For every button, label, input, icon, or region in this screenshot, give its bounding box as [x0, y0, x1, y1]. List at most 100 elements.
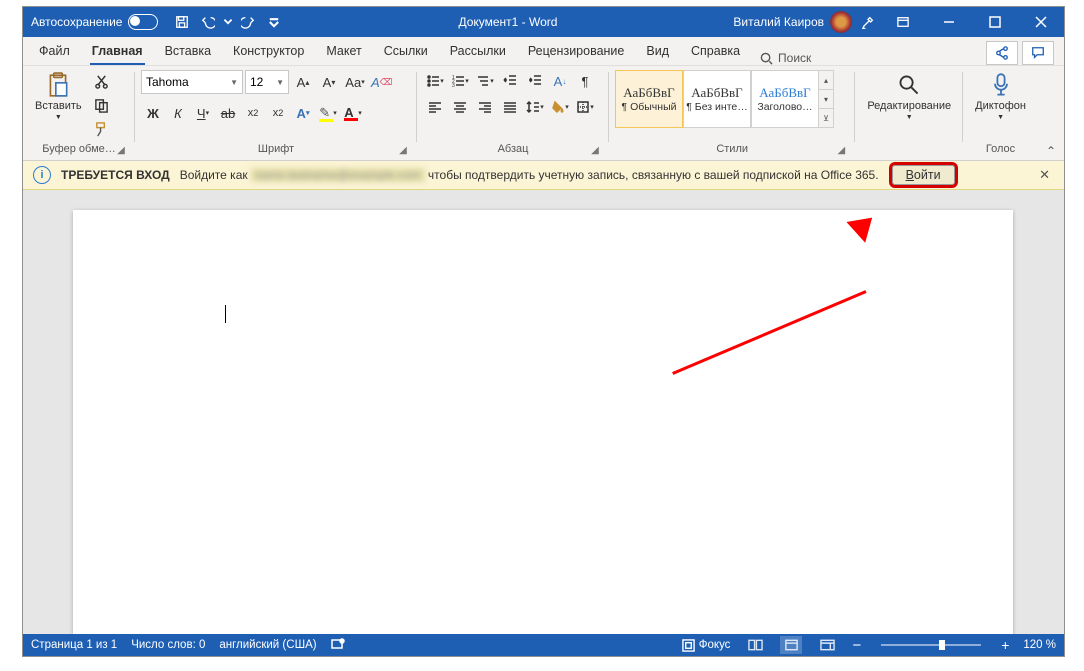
- close-infobar-button[interactable]: ✕: [1035, 167, 1054, 183]
- bullets-button[interactable]: ▾: [423, 70, 447, 92]
- italic-button[interactable]: К: [166, 102, 190, 124]
- align-left-button[interactable]: [423, 96, 447, 118]
- editing-button[interactable]: Редактирование ▼: [861, 70, 957, 123]
- show-marks-button[interactable]: ¶: [573, 70, 597, 92]
- superscript-button[interactable]: x2: [266, 102, 290, 124]
- zoom-slider[interactable]: [881, 644, 981, 646]
- tab-insert[interactable]: Вставка: [155, 39, 221, 65]
- change-case-button[interactable]: Aa▾: [343, 71, 367, 93]
- text-cursor: [225, 305, 226, 323]
- close-button[interactable]: [1018, 7, 1064, 37]
- read-mode-icon[interactable]: [744, 636, 766, 654]
- chevron-down-icon[interactable]: [222, 10, 234, 34]
- subscript-button[interactable]: x2: [241, 102, 265, 124]
- justify-button[interactable]: [498, 96, 522, 118]
- copy-button[interactable]: [91, 94, 113, 116]
- voice-label: Голос: [969, 142, 1032, 158]
- tab-help[interactable]: Справка: [681, 39, 750, 65]
- ribbon-tabs: Файл Главная Вставка Конструктор Макет С…: [23, 37, 1064, 66]
- cut-button[interactable]: [91, 70, 113, 92]
- ribbon-options-icon[interactable]: [880, 7, 926, 37]
- word-count[interactable]: Число слов: 0: [131, 639, 205, 651]
- dialog-launcher-icon[interactable]: ◢: [397, 144, 409, 156]
- zoom-in-button[interactable]: +: [1001, 637, 1009, 653]
- dictate-button[interactable]: Диктофон ▼: [969, 70, 1032, 123]
- microphone-icon: [991, 72, 1011, 98]
- save-icon[interactable]: [170, 10, 194, 34]
- language-status[interactable]: английский (США): [219, 639, 316, 651]
- search-label: Поиск: [778, 51, 811, 65]
- text-effects-button[interactable]: A▾: [291, 102, 315, 124]
- format-painter-button[interactable]: [91, 118, 113, 140]
- maximize-button[interactable]: [972, 7, 1018, 37]
- tab-mailings[interactable]: Рассылки: [440, 39, 516, 65]
- collapse-ribbon-icon[interactable]: ⌃: [1038, 144, 1064, 160]
- search-box[interactable]: Поиск: [752, 51, 819, 65]
- print-layout-icon[interactable]: [780, 636, 802, 654]
- grow-font-button[interactable]: A▴: [291, 71, 315, 93]
- paste-button[interactable]: Вставить ▼: [29, 70, 88, 123]
- tab-file[interactable]: Файл: [29, 39, 80, 65]
- qat-more-icon[interactable]: [262, 10, 286, 34]
- styles-scroll[interactable]: ▴▾⊻: [819, 70, 834, 128]
- font-family-combo[interactable]: Tahoma▼: [141, 70, 243, 94]
- account-area[interactable]: Виталий Каиров: [729, 11, 856, 33]
- font-color-button[interactable]: A▾: [341, 102, 365, 124]
- multilevel-button[interactable]: ▾: [473, 70, 497, 92]
- bold-button[interactable]: Ж: [141, 102, 165, 124]
- align-right-button[interactable]: [473, 96, 497, 118]
- share-button[interactable]: [986, 41, 1018, 65]
- dialog-launcher-icon[interactable]: ◢: [115, 144, 127, 156]
- style-heading1[interactable]: АаБбВвГЗаголово…: [751, 70, 819, 128]
- underline-button[interactable]: Ч▾: [191, 102, 215, 124]
- paragraph-label: Абзац: [498, 143, 529, 155]
- outdent-button[interactable]: [498, 70, 522, 92]
- redo-icon[interactable]: [236, 10, 260, 34]
- tab-review[interactable]: Рецензирование: [518, 39, 635, 65]
- group-font: Tahoma▼ 12▼ A▴ A▾ Aa▾ A⌫ Ж К Ч▾ ab x2 x2…: [135, 66, 417, 160]
- zoom-level[interactable]: 120 %: [1023, 639, 1056, 651]
- tab-design[interactable]: Конструктор: [223, 39, 314, 65]
- font-label: Шрифт: [258, 143, 294, 155]
- tab-home[interactable]: Главная: [82, 39, 153, 65]
- zoom-out-button[interactable]: −: [852, 637, 861, 654]
- style-normal[interactable]: АаБбВвГ¶ Обычный: [615, 70, 683, 128]
- signin-button[interactable]: Войти: [889, 162, 958, 188]
- tab-layout[interactable]: Макет: [316, 39, 371, 65]
- comments-button[interactable]: [1022, 41, 1054, 65]
- dialog-launcher-icon[interactable]: ◢: [835, 144, 847, 156]
- page-status[interactable]: Страница 1 из 1: [31, 639, 117, 651]
- indent-button[interactable]: [523, 70, 547, 92]
- clipboard-label: Буфер обме…: [42, 143, 116, 155]
- page[interactable]: [73, 210, 1013, 634]
- font-size-combo[interactable]: 12▼: [245, 70, 289, 94]
- macro-rec-icon[interactable]: [331, 637, 345, 654]
- user-name: Виталий Каиров: [733, 15, 824, 29]
- infobar-heading: ТРЕБУЕТСЯ ВХОД: [61, 168, 170, 182]
- more-icon: ⊻: [819, 109, 833, 127]
- document-area[interactable]: [23, 190, 1064, 634]
- minimize-button[interactable]: [926, 7, 972, 37]
- tab-references[interactable]: Ссылки: [374, 39, 438, 65]
- style-nospacing[interactable]: АаБбВвГ¶ Без инте…: [683, 70, 751, 128]
- shrink-font-button[interactable]: A▾: [317, 71, 341, 93]
- borders-button[interactable]: ▾: [573, 96, 597, 118]
- web-layout-icon[interactable]: [816, 636, 838, 654]
- line-spacing-button[interactable]: ▾: [523, 96, 547, 118]
- highlight-button[interactable]: ✎▾: [316, 102, 340, 124]
- share-comments: [982, 41, 1058, 65]
- autosave-toggle[interactable]: Автосохранение: [23, 14, 166, 30]
- dialog-launcher-icon[interactable]: ◢: [589, 144, 601, 156]
- up-icon: ▴: [819, 71, 833, 90]
- undo-icon[interactable]: [196, 10, 220, 34]
- numbering-button[interactable]: 123▾: [448, 70, 472, 92]
- shading-button[interactable]: ▾: [548, 96, 572, 118]
- align-center-button[interactable]: [448, 96, 472, 118]
- focus-mode[interactable]: Фокус: [682, 639, 731, 652]
- clear-format-button[interactable]: A⌫: [369, 71, 394, 93]
- strike-button[interactable]: ab: [216, 102, 240, 124]
- group-clipboard: Вставить ▼ Буфер обме…◢: [23, 66, 135, 160]
- sort-button[interactable]: A↓: [548, 70, 572, 92]
- tools-icon[interactable]: [856, 10, 880, 34]
- tab-view[interactable]: Вид: [636, 39, 679, 65]
